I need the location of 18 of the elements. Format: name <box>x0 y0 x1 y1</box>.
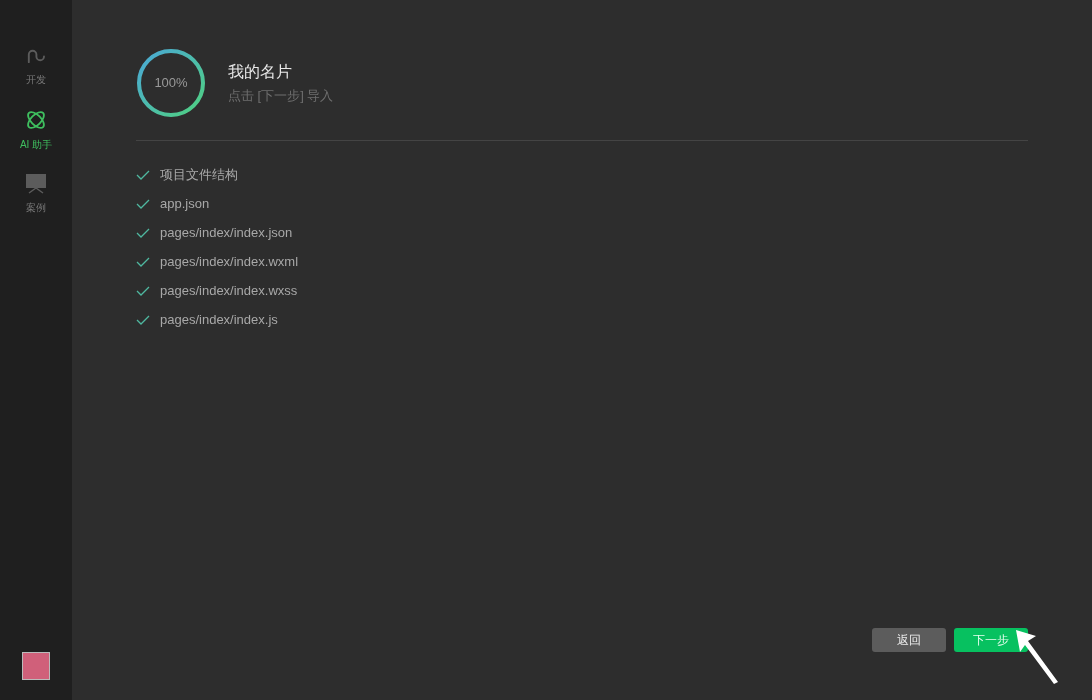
file-name: app.json <box>160 195 210 214</box>
avatar-placeholder[interactable] <box>22 652 50 680</box>
file-name: pages/index/index.js <box>160 311 278 330</box>
back-button[interactable]: 返回 <box>872 628 946 652</box>
progress-reading: 100% <box>154 74 188 93</box>
sidebar-item[interactable]: AI 助手 <box>6 107 66 154</box>
next-button[interactable]: 下一步 <box>954 628 1028 652</box>
orbit-icon <box>25 109 47 131</box>
presentation-icon <box>25 174 47 194</box>
progress-ring <box>136 48 206 118</box>
sidebar-item[interactable]: 开发 <box>6 44 66 89</box>
file-name: 项目文件结构 <box>160 166 238 185</box>
file-name: pages/index/index.wxml <box>160 253 299 272</box>
file-name: pages/index/index.json <box>160 224 293 243</box>
file-name: pages/index/index.wxss <box>160 282 298 301</box>
cursor-icon <box>1014 628 1060 684</box>
sidebar-item[interactable]: 案例 <box>6 172 66 217</box>
project-title: 我的名片 <box>228 62 293 83</box>
